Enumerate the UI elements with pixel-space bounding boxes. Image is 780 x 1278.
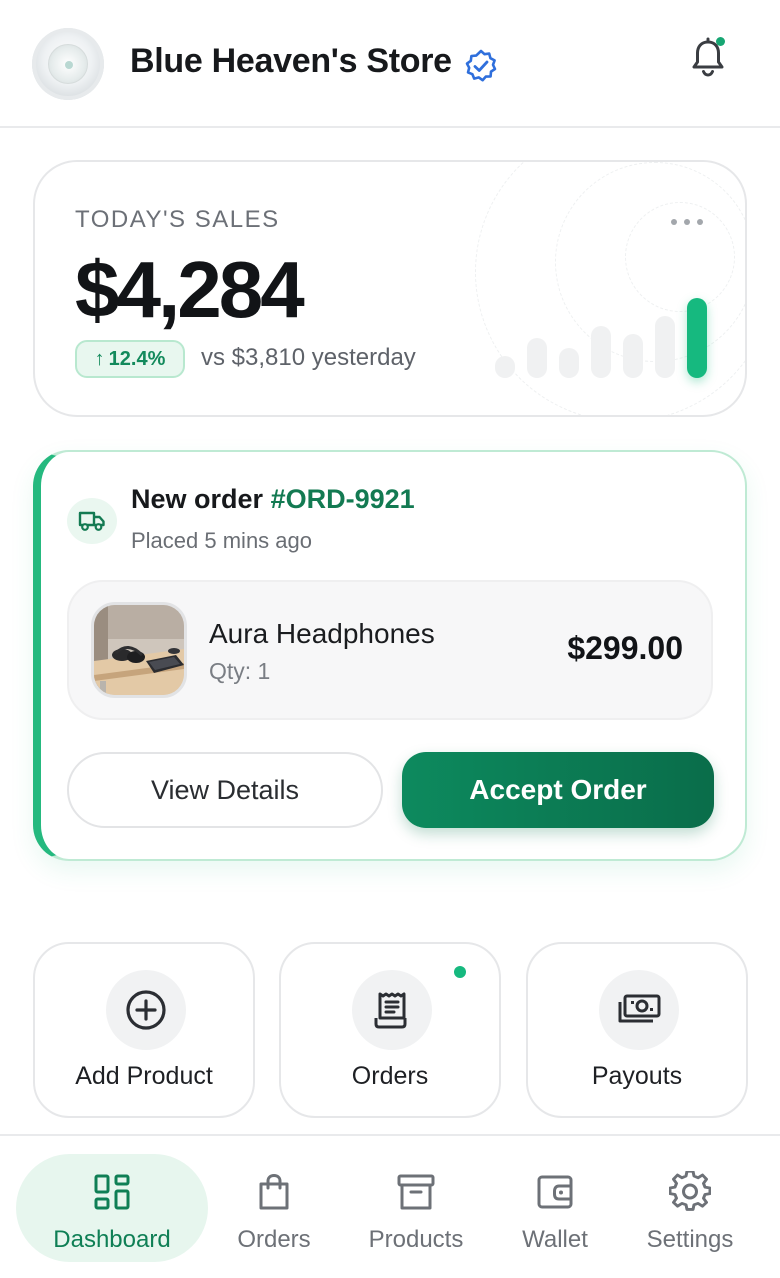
wallet-icon (533, 1170, 577, 1214)
nav-item-dashboard[interactable]: Dashboard (16, 1154, 208, 1262)
quick-action-orders[interactable]: Orders (279, 942, 501, 1118)
trend-value: 12.4% (108, 347, 166, 370)
archive-box-icon (394, 1170, 438, 1214)
truck-icon-wrap (67, 498, 117, 544)
order-id[interactable]: #ORD-9921 (271, 484, 415, 514)
quick-action-add-product[interactable]: Add Product (33, 942, 255, 1118)
quick-action-label: Payouts (591, 1062, 683, 1090)
sparkline-bar (495, 356, 515, 378)
avatar-inner (48, 44, 88, 84)
sparkline-bar (527, 338, 547, 378)
store-avatar[interactable] (32, 28, 104, 100)
sparkline-bar (591, 326, 611, 378)
avatar-center-dot (65, 61, 73, 69)
sparkline-bar (655, 316, 675, 378)
accept-order-button[interactable]: Accept Order (402, 752, 714, 828)
order-title-prefix: New order (131, 484, 264, 514)
truck-icon (78, 511, 105, 531)
order-placed-time: Placed 5 mins ago (131, 528, 312, 553)
trend-badge: ↑ 12.4% (75, 340, 185, 378)
sparkline-bar (559, 348, 579, 378)
new-order-card: New order #ORD-9921 Placed 5 mins ago Au… (33, 450, 747, 861)
quick-action-label: Add Product (75, 1062, 213, 1090)
receipt-icon (352, 970, 432, 1050)
sparkline-bar (623, 334, 643, 378)
sales-value: $4,284 (75, 245, 305, 334)
gear-icon (668, 1170, 712, 1214)
comparison-text: vs $3,810 yesterday (201, 344, 416, 371)
add-circle-icon (106, 970, 186, 1050)
nav-item-products[interactable]: Products (350, 1154, 482, 1262)
product-thumbnail (91, 602, 187, 698)
sales-sparkline (495, 292, 725, 392)
nav-label: Settings (646, 1226, 734, 1253)
product-name: Aura Headphones (209, 618, 435, 649)
arrow-up-icon: ↑ (94, 347, 105, 370)
nav-item-settings[interactable]: Settings (628, 1154, 752, 1262)
nav-item-wallet[interactable]: Wallet (500, 1154, 610, 1262)
dashboard-grid-icon (90, 1170, 134, 1214)
notification-dot (716, 37, 725, 46)
sales-label: TODAY'S SALES (75, 206, 280, 233)
orders-badge-dot (454, 966, 466, 978)
todays-sales-card: TODAY'S SALES $4,284 ↑ 12.4% vs $3,810 y… (33, 160, 747, 417)
verified-badge-icon (465, 49, 497, 82)
nav-label: Products (368, 1226, 464, 1253)
nav-label: Orders (237, 1226, 311, 1253)
nav-item-orders[interactable]: Orders (214, 1154, 334, 1262)
bottom-navigation: Dashboard Orders Products Wallet Setting… (0, 1134, 780, 1278)
product-price: $299.00 (567, 630, 683, 666)
product-image (94, 605, 184, 695)
product-qty: Qty: 1 (209, 658, 271, 684)
app-header: Blue Heaven's Store (0, 0, 780, 128)
sparkline-bar-today (687, 298, 707, 378)
order-product-row[interactable]: Aura Headphones Qty: 1 $299.00 (67, 580, 713, 720)
shopping-bag-icon (252, 1170, 296, 1214)
nav-label: Wallet (522, 1226, 588, 1253)
nav-label: Dashboard (53, 1226, 171, 1253)
order-title: New order #ORD-9921 (131, 484, 415, 515)
cash-stack-icon (599, 970, 679, 1050)
store-name: Blue Heaven's Store (130, 42, 452, 80)
quick-action-payouts[interactable]: Payouts (526, 942, 748, 1118)
more-options-icon[interactable] (671, 210, 703, 234)
quick-action-label: Orders (351, 1062, 429, 1090)
view-details-button[interactable]: View Details (67, 752, 383, 828)
